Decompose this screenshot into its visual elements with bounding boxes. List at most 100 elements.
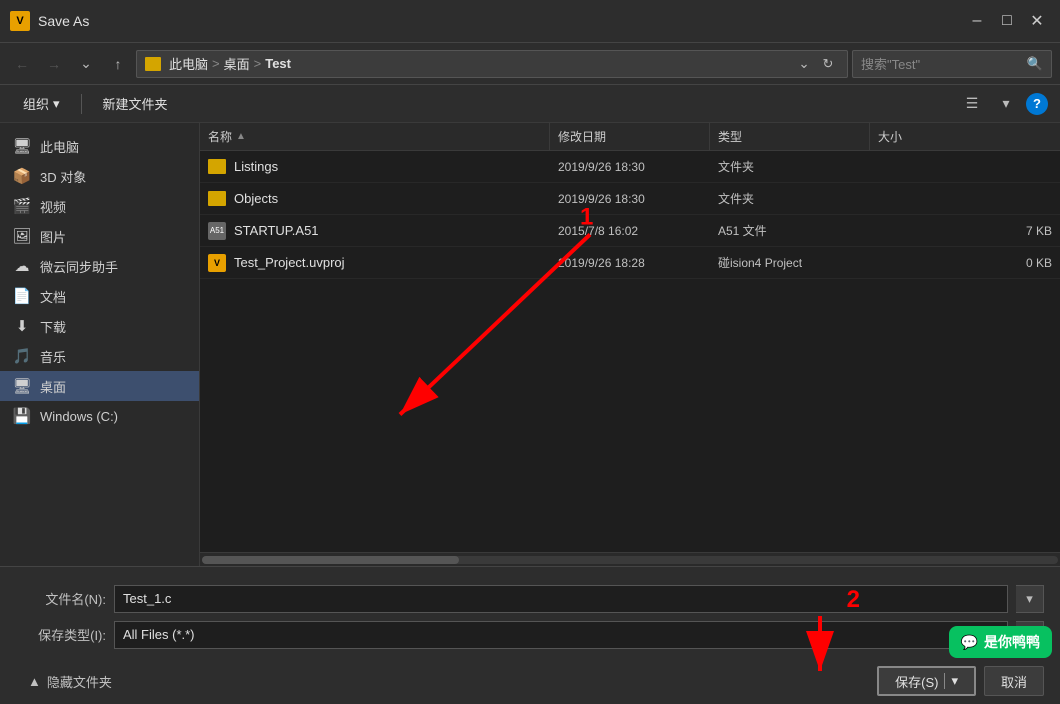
file-type-objects: 文件夹 [710, 190, 870, 207]
file-name-project: V Test_Project.uvproj [200, 247, 550, 278]
toolbar-right: ☰ ▾ ? [958, 91, 1048, 117]
minimize-button[interactable]: – [964, 8, 990, 34]
app-icon: V [10, 11, 30, 31]
help-button[interactable]: ? [1026, 93, 1048, 115]
filename-dropdown-button[interactable]: ▾ [1016, 585, 1044, 613]
col-name-header[interactable]: 名称 ▲ [200, 123, 550, 150]
table-row[interactable]: Listings 2019/9/26 18:30 文件夹 [200, 151, 1060, 183]
sidebar: 🖥 此电脑 📦 3D 对象 🎬 视频 🖼 图片 ☁ 微云同步助手 📄 文档 ⬇ … [0, 123, 200, 566]
folder-icon [208, 191, 226, 206]
file-name-listings: Listings [200, 151, 550, 182]
wechat-icon: 💬 [961, 634, 978, 651]
weiyun-icon: ☁ [12, 256, 32, 276]
search-placeholder: 搜索"Test" [861, 54, 1023, 73]
up-button[interactable]: ↑ [104, 50, 132, 78]
save-dropdown-icon: ▾ [944, 673, 958, 689]
sidebar-label-weiyun: 微云同步助手 [40, 257, 118, 276]
organize-chevron-icon: ▾ [53, 96, 60, 112]
video-icon: 🎬 [12, 196, 32, 216]
toolbar: 组织 ▾ 新建文件夹 ☰ ▾ ? [0, 85, 1060, 123]
sidebar-item-pictures[interactable]: 🖼 图片 [0, 221, 199, 251]
file-name-startup: A51 STARTUP.A51 [200, 215, 550, 246]
save-button[interactable]: 保存(S) ▾ [877, 666, 976, 696]
breadcrumb-sep-1: > [212, 56, 220, 71]
file-type-listings: 文件夹 [710, 158, 870, 175]
filename-label: 文件名(N): [16, 589, 106, 608]
address-bar[interactable]: 此电脑 > 桌面 > Test ⌄ ↻ [136, 50, 848, 78]
breadcrumb-test[interactable]: Test [265, 56, 291, 71]
recent-button[interactable]: ⌄ [72, 50, 100, 78]
sidebar-item-desktop[interactable]: 🖥 桌面 [0, 371, 199, 401]
address-refresh-button[interactable]: ↻ [817, 53, 839, 75]
search-bar[interactable]: 搜索"Test" 🔍 [852, 50, 1052, 78]
sidebar-label-downloads: 下载 [40, 317, 66, 336]
folder-icon [145, 57, 161, 71]
a51-file-icon: A51 [208, 222, 226, 240]
file-area: 名称 ▲ 修改日期 类型 大小 Listings 2019/9/26 18:30 [200, 123, 1060, 566]
filetype-row: 保存类型(I): ▾ [16, 621, 1044, 649]
file-date-objects: 2019/9/26 18:30 [550, 192, 710, 206]
hide-files-button[interactable]: ▲ 隐藏文件夹 [16, 666, 124, 696]
toolbar-separator [81, 94, 82, 114]
file-list-header: 名称 ▲ 修改日期 类型 大小 [200, 123, 1060, 151]
sidebar-item-documents[interactable]: 📄 文档 [0, 281, 199, 311]
col-date-header[interactable]: 修改日期 [550, 123, 710, 150]
sidebar-item-this-pc[interactable]: 🖥 此电脑 [0, 131, 199, 161]
search-icon: 🔍 [1027, 56, 1043, 72]
breadcrumb-this-pc[interactable]: 此电脑 [169, 54, 208, 73]
filename-input[interactable] [114, 585, 1008, 613]
sidebar-item-windows-c[interactable]: 💾 Windows (C:) [0, 401, 199, 431]
sidebar-item-3d-objects[interactable]: 📦 3D 对象 [0, 161, 199, 191]
wechat-text: 是你鸭鸭 [984, 632, 1040, 652]
filetype-label: 保存类型(I): [16, 625, 106, 644]
cancel-button[interactable]: 取消 [984, 666, 1044, 696]
view-list-button[interactable]: ☰ [958, 91, 986, 117]
file-type-project: 碰ision4 Project [710, 254, 870, 271]
hscroll-track [202, 556, 1058, 564]
sidebar-item-weiyun[interactable]: ☁ 微云同步助手 [0, 251, 199, 281]
sidebar-label-video: 视频 [40, 197, 66, 216]
file-list: Listings 2019/9/26 18:30 文件夹 Objects 201… [200, 151, 1060, 552]
file-type-startup: A51 文件 [710, 222, 870, 239]
forward-button[interactable]: → [40, 50, 68, 78]
chevron-up-icon: ▲ [28, 674, 41, 689]
horizontal-scrollbar[interactable] [200, 552, 1060, 566]
table-row[interactable]: V Test_Project.uvproj 2019/9/26 18:28 碰i… [200, 247, 1060, 279]
maximize-button[interactable]: □ [994, 8, 1020, 34]
address-dropdown-button[interactable]: ⌄ [795, 50, 813, 78]
sidebar-item-downloads[interactable]: ⬇ 下载 [0, 311, 199, 341]
main-area: 🖥 此电脑 📦 3D 对象 🎬 视频 🖼 图片 ☁ 微云同步助手 📄 文档 ⬇ … [0, 123, 1060, 566]
sidebar-label-music: 音乐 [40, 347, 66, 366]
file-date-project: 2019/9/26 18:28 [550, 256, 710, 270]
music-icon: 🎵 [12, 346, 32, 366]
window-title: Save As [38, 13, 964, 29]
sidebar-item-video[interactable]: 🎬 视频 [0, 191, 199, 221]
sidebar-item-music[interactable]: 🎵 音乐 [0, 341, 199, 371]
file-size-project: 0 KB [870, 256, 1060, 270]
view-dropdown-button[interactable]: ▾ [992, 91, 1020, 117]
filetype-input[interactable] [114, 621, 1008, 649]
close-button[interactable]: ✕ [1024, 8, 1050, 34]
organize-button[interactable]: 组织 ▾ [12, 91, 71, 117]
sidebar-label-pictures: 图片 [40, 227, 66, 246]
back-button[interactable]: ← [8, 50, 36, 78]
new-folder-button[interactable]: 新建文件夹 [92, 91, 179, 117]
sidebar-label-this-pc: 此电脑 [40, 137, 79, 156]
table-row[interactable]: A51 STARTUP.A51 2015/7/8 16:02 A51 文件 7 … [200, 215, 1060, 247]
sidebar-label-windows-c: Windows (C:) [40, 409, 118, 424]
sidebar-label-desktop: 桌面 [40, 377, 66, 396]
this-pc-icon: 🖥 [12, 136, 32, 156]
filename-row: 文件名(N): ▾ [16, 585, 1044, 613]
col-size-header[interactable]: 大小 [870, 123, 1060, 150]
action-area: 2 ▲ 隐藏文件夹 保存(S) ▾ 取消 [0, 666, 1060, 704]
breadcrumb-sep-2: > [254, 56, 262, 71]
folder-icon [208, 159, 226, 174]
breadcrumb-desktop[interactable]: 桌面 [224, 54, 250, 73]
table-row[interactable]: Objects 2019/9/26 18:30 文件夹 [200, 183, 1060, 215]
desktop-icon: 🖥 [12, 376, 32, 396]
breadcrumb: 此电脑 > 桌面 > Test [169, 54, 791, 73]
col-type-header[interactable]: 类型 [710, 123, 870, 150]
file-name-objects: Objects [200, 183, 550, 214]
pictures-icon: 🖼 [12, 226, 32, 246]
windows-c-icon: 💾 [12, 406, 32, 426]
